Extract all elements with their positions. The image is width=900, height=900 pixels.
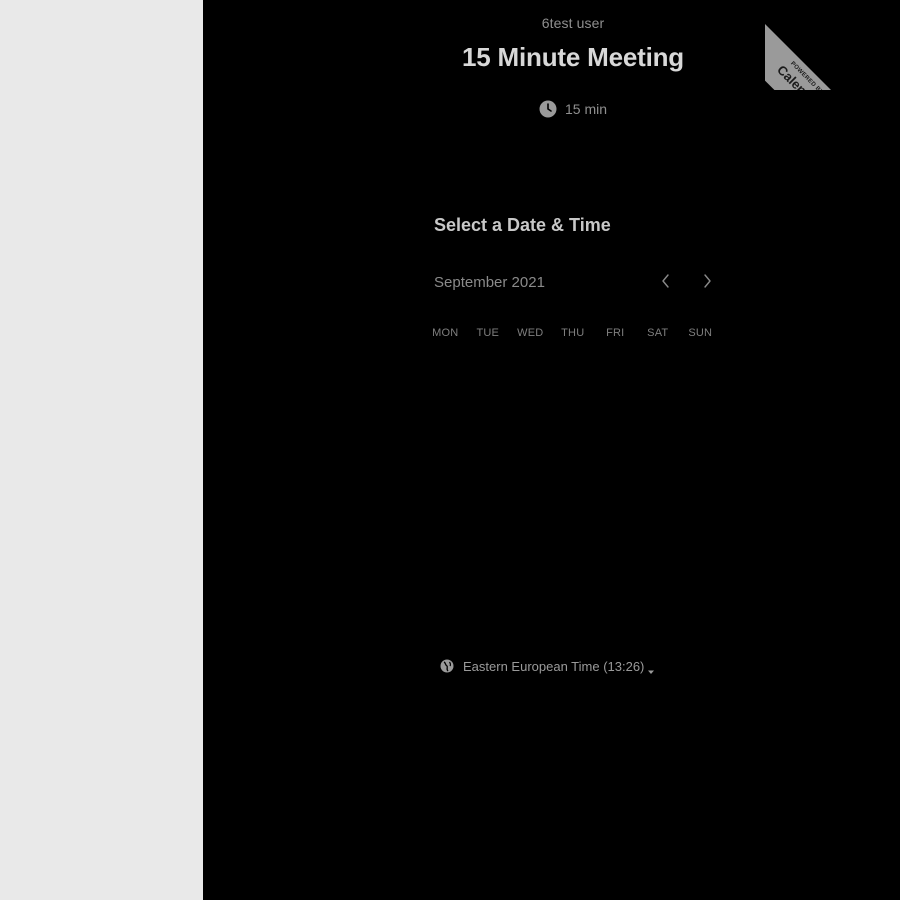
caret-down-icon (648, 663, 655, 674)
weekday-sat: SAT (647, 327, 669, 339)
clock-icon (539, 100, 557, 118)
badge-powered-by: POWERED BY (789, 60, 825, 90)
globe-icon (440, 659, 454, 673)
next-month-button[interactable] (697, 272, 717, 294)
section-title: Select a Date & Time (434, 215, 611, 235)
prev-month-button[interactable] (656, 272, 676, 294)
timezone-label: Eastern European Time (13:26) (463, 658, 645, 674)
duration-row: 15 min (539, 98, 607, 120)
month-label: September 2021 (434, 274, 545, 291)
chevron-left-icon (661, 273, 671, 293)
calendly-badge-ribbon: POWERED BY Calendly (765, 12, 855, 90)
weekday-tue: TUE (476, 327, 500, 339)
weekday-thu: THU (561, 327, 585, 339)
weekday-sun: SUN (688, 327, 713, 339)
weekday-fri: FRI (606, 327, 625, 339)
weekday-wed: WED (517, 327, 544, 339)
calendly-badge[interactable]: POWERED BY Calendly (765, 0, 855, 90)
left-pane (0, 0, 203, 900)
weekday-mon: MON (432, 327, 459, 339)
duration-label: 15 min (565, 101, 608, 117)
scheduling-panel: 6test user 15 Minute Meeting 15 min POWE… (203, 0, 900, 900)
weekday-header: MON TUE WED THU FRI SAT SUN (424, 327, 724, 339)
chevron-right-icon (702, 273, 712, 293)
timezone-selector[interactable]: Eastern European Time (13:26) (440, 657, 655, 675)
